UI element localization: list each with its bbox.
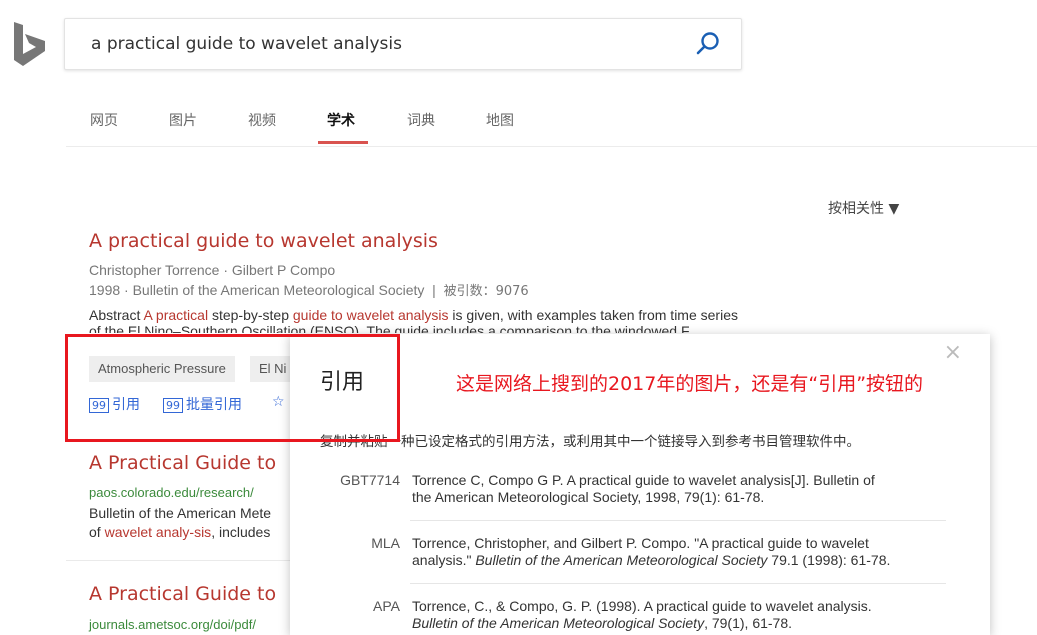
citation-line: Torrence C, Compo G P. A practical guide… [412, 472, 875, 488]
tab-images[interactable]: 图片 [169, 110, 197, 130]
tab-maps[interactable]: 地图 [486, 110, 514, 130]
citation-line: analysis." Bulletin of the American Mete… [412, 552, 962, 569]
search-box[interactable]: a practical guide to wavelet analysis [64, 18, 742, 70]
citation-line: Bulletin of the American Meteorological … [412, 615, 962, 632]
citation-text[interactable]: Torrence, C., & Compo, G. P. (1998). A p… [412, 598, 962, 632]
citation-fragment: , 79(1), 61-78. [704, 615, 793, 631]
citation-text[interactable]: Torrence, Christopher, and Gilbert P. Co… [412, 535, 962, 569]
annotation-highlight-box [65, 334, 400, 442]
result-journal: 1998 · Bulletin of the American Meteorol… [89, 280, 529, 299]
citation-line: Torrence, Christopher, and Gilbert P. Co… [412, 535, 869, 551]
citation-format: GBT7714 [340, 472, 400, 488]
search-input[interactable]: a practical guide to wavelet analysis [91, 34, 402, 54]
result-title-2[interactable]: A Practical Guide to [89, 452, 276, 474]
citation-journal: Bulletin of the American Meteorological … [475, 552, 768, 568]
sort-dropdown[interactable]: 按相关性 ▼ [828, 198, 899, 218]
abstract-highlight: guide to wavelet analysis [292, 307, 449, 323]
citation-fragment: 79.1 (1998): 61-78. [767, 552, 891, 568]
result-divider [66, 560, 306, 561]
snippet-text: of [89, 524, 105, 540]
snippet-highlight: wavelet analy-sis [104, 524, 212, 540]
abstract-line-2: of the El Nino–Southern Oscillation (ENS… [89, 323, 690, 333]
meta-separator: | [428, 282, 440, 298]
result-url[interactable]: journals.ametsoc.org/doi/pdf/ [89, 617, 256, 632]
result-authors[interactable]: Christopher Torrence · Gilbert P Compo [89, 262, 335, 278]
tab-academic[interactable]: 学术 [327, 110, 355, 130]
snippet-text: , includes [211, 524, 271, 540]
journal-name[interactable]: 1998 · Bulletin of the American Meteorol… [89, 282, 424, 298]
result-url[interactable]: paos.colorado.edu/research/ [89, 485, 254, 500]
citation-divider [410, 520, 946, 521]
search-icon[interactable] [695, 31, 721, 57]
active-tab-indicator [318, 141, 368, 144]
citation-line: Torrence, C., & Compo, G. P. (1998). A p… [412, 598, 872, 614]
tabs-divider [66, 146, 1037, 147]
citation-text[interactable]: Torrence C, Compo G P. A practical guide… [412, 472, 962, 506]
abstract-highlight: A practical [143, 307, 209, 323]
citation-format: APA [373, 598, 400, 614]
close-icon[interactable]: × [944, 340, 962, 365]
annotation-note: 这是网络上搜到的2017年的图片，还是有“引用”按钮的 [456, 373, 924, 395]
result-snippet: Bulletin of the American Mete [89, 505, 272, 521]
abstract-text: step-by-step [208, 307, 293, 323]
result-snippet: of wavelet analy-sis, includes [89, 524, 270, 540]
tab-web[interactable]: 网页 [90, 110, 118, 130]
citation-line: the American Meteorological Society, 199… [412, 489, 765, 505]
citation-format: MLA [371, 535, 400, 551]
tab-dictionary[interactable]: 词典 [407, 110, 435, 130]
result-title-1[interactable]: A practical guide to wavelet analysis [89, 230, 438, 252]
result-title-3[interactable]: A Practical Guide to [89, 583, 276, 605]
tab-videos[interactable]: 视频 [248, 110, 276, 130]
citation-journal: Bulletin of the American Meteorological … [412, 615, 705, 631]
citation-divider [410, 583, 946, 584]
bing-logo-icon[interactable] [12, 20, 48, 68]
citation-fragment: analysis." [412, 552, 476, 568]
abstract-text: Abstract [89, 307, 144, 323]
modal-description: 复制并粘贴一种已设定格式的引用方法，或利用其中一个链接导入到参考书目管理软件中。 [320, 434, 860, 450]
citation-count[interactable]: 被引数：9076 [444, 284, 529, 299]
abstract-text: is given, with examples taken from time … [448, 307, 738, 323]
